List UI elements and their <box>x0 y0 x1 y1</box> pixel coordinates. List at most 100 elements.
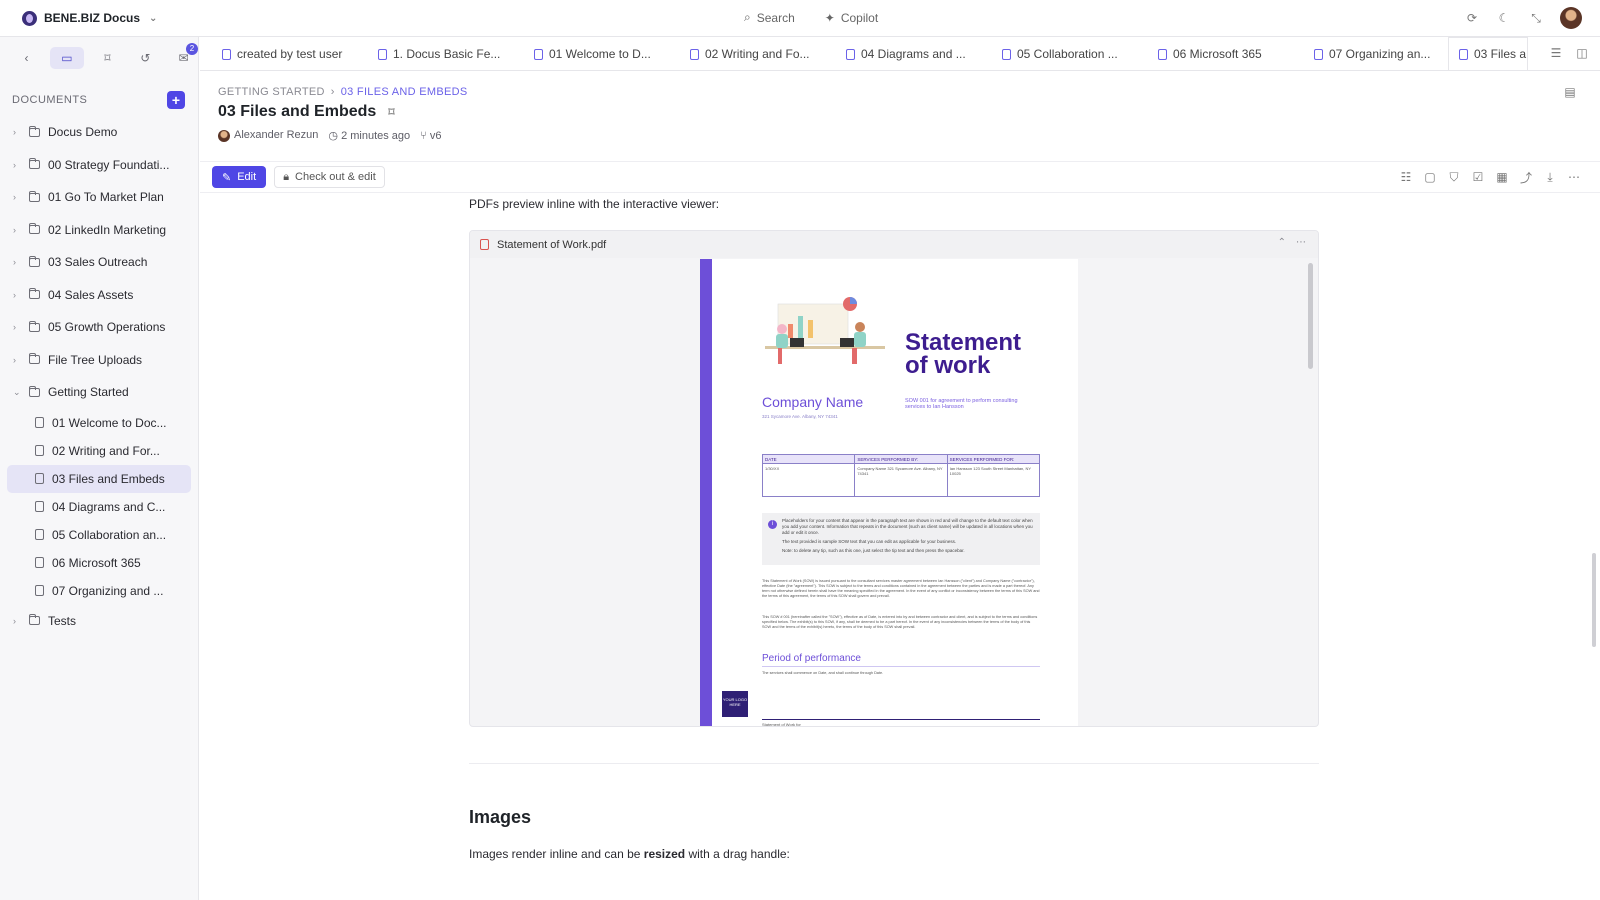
version[interactable]: ⑂ v6 <box>420 130 441 142</box>
download-icon[interactable]: ⤓ <box>1542 169 1558 185</box>
tree-label: 02 Writing and For... <box>52 443 160 458</box>
outline-icon[interactable]: ☷ <box>1398 169 1414 185</box>
collapse-up-icon[interactable]: ⌃ <box>1278 237 1286 248</box>
edit-label: Edit <box>237 171 257 183</box>
avatar[interactable] <box>1560 7 1582 29</box>
document-icon <box>35 473 44 484</box>
tree-document[interactable]: 01 Welcome to Doc... <box>0 409 198 437</box>
tree-label: 02 LinkedIn Marketing <box>48 222 167 237</box>
folder-icon <box>29 353 40 365</box>
tree-folder[interactable]: › Docus Demo <box>0 116 198 149</box>
folder-icon <box>29 320 40 332</box>
history-icon[interactable]: ↺ <box>131 47 160 69</box>
search-button[interactable]: ⌕ Search <box>744 10 795 25</box>
moon-icon[interactable]: ☾ <box>1496 10 1512 26</box>
tree-folder[interactable]: › 00 Strategy Foundati... <box>0 149 198 182</box>
bookmark-nav-icon[interactable]: ⌑ <box>93 47 122 69</box>
tab[interactable]: 07 Organizing an... <box>1292 37 1448 70</box>
checklist-icon[interactable]: ☑ <box>1470 169 1486 185</box>
chevron-right-icon: › <box>13 159 16 170</box>
search-label: Search <box>756 10 795 25</box>
checkout-label: Check out & edit <box>295 171 376 183</box>
time-text: 2 minutes ago <box>341 130 411 142</box>
tab[interactable]: 1. Docus Basic Fe... <box>356 37 512 70</box>
tree-label: File Tree Uploads <box>48 352 143 367</box>
sync-icon[interactable]: ⟳ <box>1464 10 1480 26</box>
lock-icon: 🔒︎ <box>283 170 290 183</box>
pdf-table-header: SERVICES PERFORMED FOR: <box>949 457 1015 462</box>
tab-active[interactable]: 03 Files a <box>1448 37 1528 70</box>
tree-folder[interactable]: › 02 LinkedIn Marketing <box>0 214 198 247</box>
tree-label: 04 Sales Assets <box>48 287 134 302</box>
calendar-icon[interactable]: ▦ <box>1494 169 1510 185</box>
breadcrumb-root[interactable]: GETTING STARTED <box>218 86 325 98</box>
breadcrumb-current[interactable]: 03 FILES AND EMBEDS <box>341 86 468 98</box>
tree-label: 03 Files and Embeds <box>52 471 165 486</box>
list-icon[interactable]: ☰ <box>1548 45 1564 61</box>
tree-folder[interactable]: › Tests <box>0 605 198 638</box>
page-title-text: 03 Files and Embeds <box>218 103 377 120</box>
copilot-label: Copilot <box>840 10 879 25</box>
pdf-file-icon <box>480 239 489 250</box>
author-name: Alexander Rezun <box>234 129 319 142</box>
inbox-icon[interactable]: ✉ 2 <box>169 43 198 69</box>
tree-folder[interactable]: › File Tree Uploads <box>0 344 198 377</box>
tree-label: 05 Collaboration an... <box>52 527 167 542</box>
tree-folder-expanded[interactable]: ⌄ Getting Started <box>0 376 198 409</box>
pdf-accent-bar <box>700 259 712 726</box>
tab[interactable]: 06 Microsoft 365 <box>1136 37 1292 70</box>
tree-label: 04 Diagrams and C... <box>52 499 166 514</box>
notification-badge: 2 <box>186 43 198 55</box>
tree-document[interactable]: 04 Diagrams and C... <box>0 493 198 521</box>
pdf-tip-box: Placeholders for your content that appea… <box>762 513 1040 565</box>
shield-icon[interactable]: ⛉ <box>1446 169 1462 185</box>
folder-nav-icon[interactable]: ▭ <box>50 47 84 69</box>
pdf-table-cell: 1/30/XX <box>763 464 856 497</box>
document-icon <box>378 48 387 60</box>
checkout-button[interactable]: 🔒︎ Check out & edit <box>274 166 385 188</box>
back-icon[interactable]: ‹ <box>12 47 41 69</box>
page-title: 03 Files and Embeds ⌑ <box>218 103 395 121</box>
tree-folder[interactable]: › 04 Sales Assets <box>0 279 198 312</box>
pdf-viewer[interactable]: Statement of Work.pdf ⌃ ⋯ Statement of w… <box>469 230 1319 727</box>
more-icon[interactable]: ⋯ <box>1566 169 1582 185</box>
tab[interactable]: 01 Welcome to D... <box>512 37 668 70</box>
pdf-section-heading: Period of performance <box>762 653 1040 667</box>
edit-button[interactable]: ✎ Edit <box>212 166 267 188</box>
pdf-tip-text: Note: to delete any tip, such as this on… <box>782 548 965 553</box>
split-view-icon[interactable]: ◫ <box>1574 45 1590 61</box>
page-scrollbar[interactable] <box>1592 553 1596 647</box>
comment-icon[interactable]: ▢ <box>1422 169 1438 185</box>
document-meta: Alexander Rezun ◷ 2 minutes ago ⑂ v6 <box>218 129 441 142</box>
tab[interactable]: 05 Collaboration ... <box>980 37 1136 70</box>
sparkle-icon: ✦ <box>824 10 835 25</box>
workspace-switcher[interactable]: BENE.BIZ Docus ⌄ <box>22 10 157 26</box>
folder-icon <box>29 614 40 626</box>
chevron-right-icon: › <box>13 224 16 235</box>
layout-icon[interactable]: ▤ <box>1562 84 1578 100</box>
pdf-logo-placeholder: YOUR LOGO HERE <box>722 691 748 717</box>
tab-label: 05 Collaboration ... <box>1017 47 1118 61</box>
tree-document[interactable]: 07 Organizing and ... <box>0 577 198 605</box>
collapse-icon[interactable]: ⤡ <box>1528 10 1544 26</box>
tree-document[interactable]: 06 Microsoft 365 <box>0 549 198 577</box>
tree-folder[interactable]: › 05 Growth Operations <box>0 311 198 344</box>
tree-document-active[interactable]: 03 Files and Embeds <box>7 464 191 493</box>
chevron-right-icon: › <box>13 615 16 626</box>
tree-document[interactable]: 02 Writing and For... <box>0 437 198 465</box>
tab[interactable]: 04 Diagrams and ... <box>824 37 980 70</box>
tree-folder[interactable]: › 01 Go To Market Plan <box>0 181 198 214</box>
copilot-button[interactable]: ✦ Copilot <box>825 10 878 25</box>
pdf-scrollbar[interactable] <box>1308 263 1313 369</box>
share-icon[interactable]: ⤴ <box>1518 169 1534 185</box>
folder-icon <box>29 223 40 235</box>
branch-icon: ⑂ <box>420 129 427 142</box>
bookmark-icon[interactable]: ⌑ <box>388 105 394 119</box>
viewer-more-icon[interactable]: ⋯ <box>1296 237 1306 248</box>
search-icon: ⌕ <box>744 10 751 24</box>
add-document-button[interactable]: + <box>167 91 185 109</box>
tree-document[interactable]: 05 Collaboration an... <box>0 521 198 549</box>
tab[interactable]: created by test user <box>200 37 356 70</box>
tree-folder[interactable]: › 03 Sales Outreach <box>0 246 198 279</box>
tab[interactable]: 02 Writing and Fo... <box>668 37 824 70</box>
